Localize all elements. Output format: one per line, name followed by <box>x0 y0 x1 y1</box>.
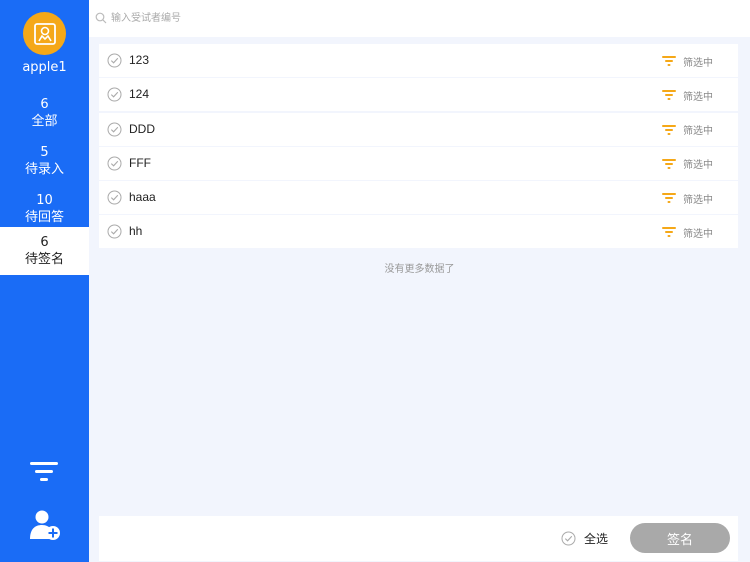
filter-status-icon <box>662 56 676 66</box>
status-badge: 筛选中 <box>661 86 713 104</box>
bottom-bar: 全选 签名 <box>99 516 738 561</box>
nav-item-pending-entry[interactable]: 5 待录入 <box>0 137 89 185</box>
status-badge: 筛选中 <box>661 189 713 207</box>
list-item[interactable]: FFF 筛选中 <box>99 146 738 180</box>
list-item[interactable]: DDD 筛选中 <box>99 112 738 146</box>
subject-id: DDD <box>129 121 155 136</box>
subject-list: 123 筛选中 124 筛选中 DDD 筛选中 FFF 筛选中 haaa 筛选中… <box>99 44 738 250</box>
search-icon <box>95 12 107 24</box>
subject-id: hh <box>129 224 143 239</box>
avatar[interactable] <box>23 12 66 55</box>
add-user-button[interactable] <box>28 508 62 542</box>
nav-item-pending-answer[interactable]: 10 待回答 <box>0 185 89 233</box>
status-text: 筛选中 <box>683 126 713 138</box>
add-user-icon <box>30 510 60 540</box>
status-text: 筛选中 <box>683 228 713 240</box>
status-badge: 筛选中 <box>661 121 713 139</box>
list-item[interactable]: 123 筛选中 <box>99 44 738 77</box>
search-bar <box>89 0 750 37</box>
filter-status-icon <box>662 158 676 169</box>
subject-id: 124 <box>129 87 150 102</box>
filter-status-icon <box>662 193 676 204</box>
subject-id: FFF <box>129 155 151 170</box>
nav-label: 待录入 <box>24 162 64 177</box>
checkbox-icon[interactable] <box>107 156 122 171</box>
subject-id: 123 <box>129 53 150 67</box>
checkbox-icon[interactable] <box>561 531 576 546</box>
subject-id: haaa <box>129 190 156 205</box>
checkbox-icon[interactable] <box>107 87 122 102</box>
filter-icon <box>30 462 58 481</box>
nav-count: 10 <box>36 193 53 208</box>
nav-count: 5 <box>40 145 49 160</box>
checkbox-icon[interactable] <box>107 53 122 68</box>
select-all-toggle[interactable]: 全选 <box>561 530 608 547</box>
nav-item-all[interactable]: 6 全部 <box>0 89 89 137</box>
select-all-label: 全选 <box>584 532 609 546</box>
filter-status-icon <box>662 124 676 135</box>
checkbox-icon[interactable] <box>107 190 122 205</box>
sign-button[interactable]: 签名 <box>630 523 730 553</box>
filter-button[interactable] <box>28 460 60 486</box>
nav-item-pending-sign[interactable]: 6 待签名 <box>0 227 89 275</box>
checkbox-icon[interactable] <box>107 122 122 137</box>
status-badge: 筛选中 <box>661 155 713 173</box>
checkbox-icon[interactable] <box>107 224 122 239</box>
list-item[interactable]: 124 筛选中 <box>99 78 738 112</box>
nav-label: 待回答 <box>24 210 64 225</box>
list-item[interactable]: haaa 筛选中 <box>99 181 738 215</box>
status-badge: 筛选中 <box>661 223 713 241</box>
username: apple1 <box>22 60 67 75</box>
status-text: 筛选中 <box>683 57 713 69</box>
list-item[interactable]: hh 筛选中 <box>99 215 738 249</box>
status-badge: 筛选中 <box>661 52 713 70</box>
search-input[interactable] <box>111 9 511 27</box>
nav-count: 6 <box>40 235 49 250</box>
nav-label: 全部 <box>31 114 58 129</box>
sidebar: apple1 6 全部 5 待录入 10 待回答 6 待签名 <box>0 0 89 562</box>
filter-status-icon <box>662 227 676 238</box>
status-text: 筛选中 <box>683 91 713 103</box>
filter-status-icon <box>662 90 676 101</box>
user-badge-icon <box>33 22 56 45</box>
status-text: 筛选中 <box>683 194 713 206</box>
no-more-data-text: 没有更多数据了 <box>384 264 455 275</box>
nav-label: 待签名 <box>24 252 64 267</box>
status-text: 筛选中 <box>683 160 713 172</box>
nav-count: 6 <box>40 97 49 112</box>
